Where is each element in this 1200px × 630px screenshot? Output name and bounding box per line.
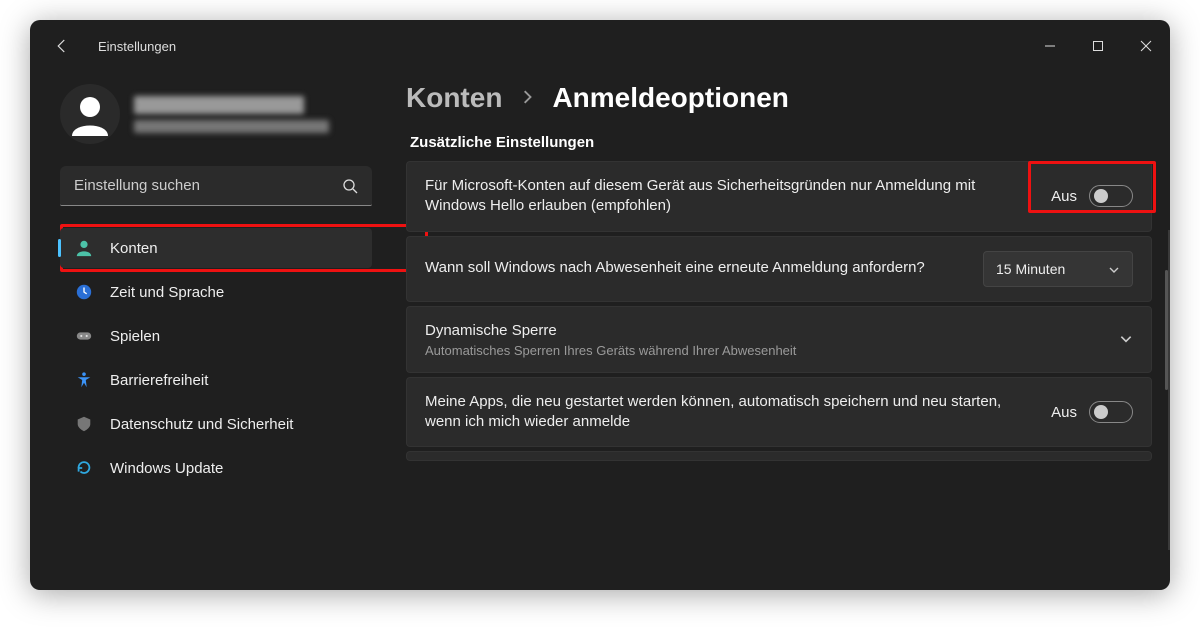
breadcrumb: Konten Anmeldeoptionen (406, 82, 1152, 114)
update-icon (74, 458, 94, 478)
app-title: Einstellungen (98, 39, 176, 54)
setting-restart-apps: Meine Apps, die neu gestartet werden kön… (406, 377, 1152, 448)
toggle-state-label: Aus (1051, 404, 1077, 421)
profile-section[interactable] (60, 84, 372, 144)
sidebar: Konten Zeit und Sprache Spielen (30, 72, 402, 590)
sidebar-item-label: Windows Update (110, 460, 223, 477)
settings-cards: Für Microsoft-Konten auf diesem Gerät au… (406, 161, 1152, 461)
setting-text: Dynamische Sperre Automatisches Sperren … (425, 321, 1101, 358)
setting-text: Wann soll Windows nach Abwesenheit eine … (425, 258, 965, 278)
sidebar-item-windows-update[interactable]: Windows Update (60, 448, 372, 488)
sidebar-item-privacy[interactable]: Datenschutz und Sicherheit (60, 404, 372, 444)
close-button[interactable] (1122, 20, 1170, 72)
sidebar-item-gaming[interactable]: Spielen (60, 316, 372, 356)
sidebar-item-label: Datenschutz und Sicherheit (110, 416, 293, 433)
search-input[interactable] (74, 177, 342, 194)
titlebar-left: Einstellungen (48, 32, 176, 60)
avatar (60, 84, 120, 144)
window-controls (1026, 20, 1170, 72)
sidebar-item-label: Zeit und Sprache (110, 284, 224, 301)
accounts-icon (74, 238, 94, 258)
chevron-right-icon (520, 87, 534, 110)
gamepad-icon (74, 326, 94, 346)
setting-text: Für Microsoft-Konten auf diesem Gerät au… (425, 176, 1033, 217)
setting-dynamic-lock[interactable]: Dynamische Sperre Automatisches Sperren … (406, 306, 1152, 373)
section-header: Zusätzliche Einstellungen (406, 134, 1152, 151)
setting-title: Für Microsoft-Konten auf diesem Gerät au… (425, 176, 1033, 217)
toggle-switch[interactable] (1089, 401, 1133, 423)
setting-text: Meine Apps, die neu gestartet werden kön… (425, 392, 1033, 433)
main-panel: Konten Anmeldeoptionen Zusätzliche Einst… (402, 72, 1170, 590)
setting-control: Aus (1051, 401, 1133, 423)
settings-window: Einstellungen (30, 20, 1170, 590)
breadcrumb-current: Anmeldeoptionen (552, 82, 788, 114)
profile-text (134, 96, 329, 133)
clock-icon (74, 282, 94, 302)
content-area: Konten Zeit und Sprache Spielen (30, 72, 1170, 590)
titlebar: Einstellungen (30, 20, 1170, 72)
setting-title: Wann soll Windows nach Abwesenheit eine … (425, 258, 965, 278)
setting-subtitle: Automatisches Sperren Ihres Geräts währe… (425, 343, 1101, 358)
setting-title: Meine Apps, die neu gestartet werden kön… (425, 392, 1033, 433)
sidebar-item-accounts[interactable]: Konten (60, 228, 372, 268)
chevron-down-icon[interactable] (1119, 332, 1133, 346)
dropdown-value: 15 Minuten (996, 261, 1065, 277)
maximize-button[interactable] (1074, 20, 1122, 72)
sidebar-item-label: Spielen (110, 328, 160, 345)
sidebar-item-accessibility[interactable]: Barrierefreiheit (60, 360, 372, 400)
breadcrumb-parent[interactable]: Konten (406, 82, 502, 114)
sidebar-item-label: Barrierefreiheit (110, 372, 208, 389)
dropdown-signin-delay[interactable]: 15 Minuten (983, 251, 1133, 287)
minimize-button[interactable] (1026, 20, 1074, 72)
search-box[interactable] (60, 166, 372, 206)
card-hello-wrap: Für Microsoft-Konten auf diesem Gerät au… (406, 161, 1152, 232)
profile-email-redacted (134, 120, 329, 133)
accessibility-icon (74, 370, 94, 390)
setting-control: 15 Minuten (983, 251, 1133, 287)
search-icon (342, 178, 358, 194)
setting-windows-hello-only: Für Microsoft-Konten auf diesem Gerät au… (406, 161, 1152, 232)
chevron-down-icon (1108, 263, 1120, 275)
setting-require-signin-after: Wann soll Windows nach Abwesenheit eine … (406, 236, 1152, 302)
setting-title: Dynamische Sperre (425, 321, 1101, 341)
main-scrollbar[interactable] (1168, 230, 1170, 550)
expand-control (1119, 332, 1133, 346)
sidebar-item-time-language[interactable]: Zeit und Sprache (60, 272, 372, 312)
toggle-switch[interactable] (1089, 185, 1133, 207)
profile-name-redacted (134, 96, 304, 114)
shield-icon (74, 414, 94, 434)
back-button[interactable] (48, 32, 76, 60)
toggle-state-label: Aus (1051, 188, 1077, 205)
setting-control: Aus (1051, 185, 1133, 207)
sidebar-item-label: Konten (110, 240, 158, 257)
nav-list: Konten Zeit und Sprache Spielen (60, 228, 372, 488)
setting-row-partial (406, 451, 1152, 461)
